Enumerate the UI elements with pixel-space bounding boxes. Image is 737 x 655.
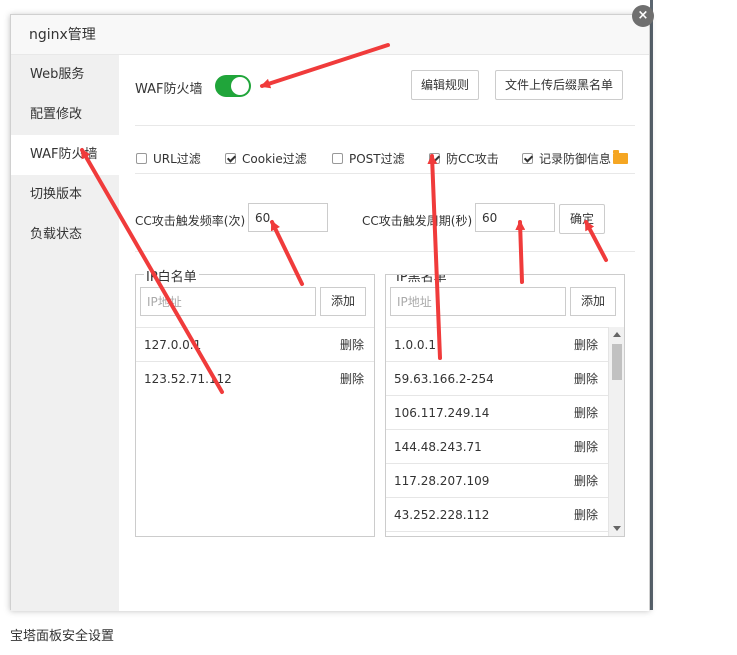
toggle-knob [231, 77, 249, 95]
list-item: 144.48.243.71 删除 [386, 429, 608, 463]
list-item: 43.252.228.112 删除 [386, 497, 608, 531]
delete-link[interactable]: 删除 [574, 328, 598, 362]
waf-content: WAF防火墙 编辑规则 文件上传后缀黑名单 URL过滤 Cookie过滤 POS… [119, 55, 649, 611]
ip-address: 59.63.166.2-254 [394, 372, 494, 386]
filter-url[interactable]: URL过滤 [136, 150, 201, 167]
list-item: 1.0.0.1 删除 [386, 327, 608, 361]
sidebar-item-web-service[interactable]: Web服务 [11, 55, 119, 95]
cookie-filter-checkbox[interactable] [225, 153, 236, 164]
filter-label: 记录防御信息 [539, 152, 612, 166]
blacklist-list: 1.0.0.1 删除 59.63.166.2-254 删除 106.117.24… [386, 327, 608, 536]
sidebar: Web服务 配置修改 WAF防火墙 切换版本 负载状态 [11, 55, 119, 611]
blacklist-panel: IP黑名单 添加 1.0.0.1 删除 59.63.166.2-254 删除 1… [385, 274, 625, 537]
cc-period-label: CC攻击触发周期(秒) [362, 214, 473, 228]
delete-link[interactable]: 删除 [340, 328, 364, 362]
delete-link[interactable]: 删除 [574, 464, 598, 498]
filter-label: POST过滤 [349, 152, 405, 166]
sidebar-item-config-edit[interactable]: 配置修改 [11, 95, 119, 135]
scroll-up-arrow-icon[interactable] [613, 332, 621, 337]
list-item: 59.63.166.2-254 删除 [386, 361, 608, 395]
waf-toggle[interactable] [215, 75, 251, 97]
whitelist-title: IP白名单 [144, 266, 199, 285]
whitelist-panel: IP白名单 添加 127.0.0.1 删除 123.52.71.112 删除 [135, 266, 375, 537]
whitelist-list: 127.0.0.1 删除 123.52.71.112 删除 [136, 327, 374, 395]
ip-address: 106.117.249.14 [394, 406, 490, 420]
divider [135, 173, 635, 174]
delete-link[interactable]: 删除 [574, 362, 598, 396]
list-item [386, 531, 608, 536]
whitelist-ip-input[interactable] [140, 287, 316, 316]
filter-post[interactable]: POST过滤 [332, 150, 405, 167]
nginx-dialog: nginx管理 Web服务 配置修改 WAF防火墙 切换版本 负载状态 WAF防… [10, 14, 650, 611]
list-item: 106.117.249.14 删除 [386, 395, 608, 429]
post-filter-checkbox[interactable] [332, 153, 343, 164]
blacklist-scrollbar[interactable] [608, 327, 624, 536]
upload-blacklist-button[interactable]: 文件上传后缀黑名单 [495, 70, 624, 100]
divider [135, 125, 635, 126]
edit-rules-button[interactable]: 编辑规则 [411, 70, 480, 100]
list-item: 123.52.71.112 删除 [136, 361, 374, 395]
sidebar-item-switch-version[interactable]: 切换版本 [11, 175, 119, 215]
filter-anti-cc[interactable]: 防CC攻击 [429, 150, 499, 167]
blacklist-add-button[interactable]: 添加 [570, 287, 616, 316]
url-filter-checkbox[interactable] [136, 153, 147, 164]
ip-address: 144.48.243.71 [394, 440, 482, 454]
sidebar-item-waf[interactable]: WAF防火墙 [11, 135, 119, 175]
dialog-title: nginx管理 [11, 15, 649, 55]
list-item: 117.28.207.109 删除 [386, 463, 608, 497]
cc-frequency-input[interactable] [248, 203, 328, 232]
cc-frequency-label: CC攻击触发频率(次) [135, 214, 246, 228]
waf-label: WAF防火墙 [135, 82, 203, 97]
filter-label: Cookie过滤 [242, 152, 307, 166]
delete-link[interactable]: 删除 [574, 430, 598, 464]
blacklist-title: IP黑名单 [394, 275, 449, 285]
scroll-down-arrow-icon[interactable] [613, 526, 621, 531]
ip-address: 117.28.207.109 [394, 474, 490, 488]
scroll-thumb[interactable] [612, 344, 622, 380]
delete-link[interactable]: 删除 [574, 396, 598, 430]
folder-icon[interactable] [613, 150, 629, 164]
ip-address: 127.0.0.1 [144, 338, 202, 352]
list-item: 127.0.0.1 删除 [136, 327, 374, 361]
whitelist-add-button[interactable]: 添加 [320, 287, 366, 316]
filter-options: URL过滤 Cookie过滤 POST过滤 防CC攻击 记录防御信息 [136, 150, 646, 172]
delete-link[interactable]: 删除 [574, 498, 598, 532]
filter-cookie[interactable]: Cookie过滤 [225, 150, 307, 167]
backdrop-strip [650, 0, 653, 610]
filter-label: URL过滤 [153, 152, 201, 166]
log-defense-checkbox[interactable] [522, 153, 533, 164]
ip-address: 123.52.71.112 [144, 372, 232, 386]
sidebar-item-load-status[interactable]: 负载状态 [11, 215, 119, 255]
cc-confirm-button[interactable]: 确定 [559, 204, 606, 234]
filter-log-defense[interactable]: 记录防御信息 [522, 150, 629, 167]
anti-cc-checkbox[interactable] [429, 153, 440, 164]
ip-address: 1.0.0.1 [394, 338, 436, 352]
divider [135, 251, 635, 252]
close-icon[interactable]: × [632, 5, 654, 27]
footer-caption: 宝塔面板安全设置 [10, 629, 115, 644]
filter-label: 防CC攻击 [446, 152, 499, 166]
ip-address: 43.252.228.112 [394, 508, 490, 522]
cc-period-input[interactable] [475, 203, 555, 232]
blacklist-ip-input[interactable] [390, 287, 566, 316]
delete-link[interactable]: 删除 [340, 362, 364, 396]
